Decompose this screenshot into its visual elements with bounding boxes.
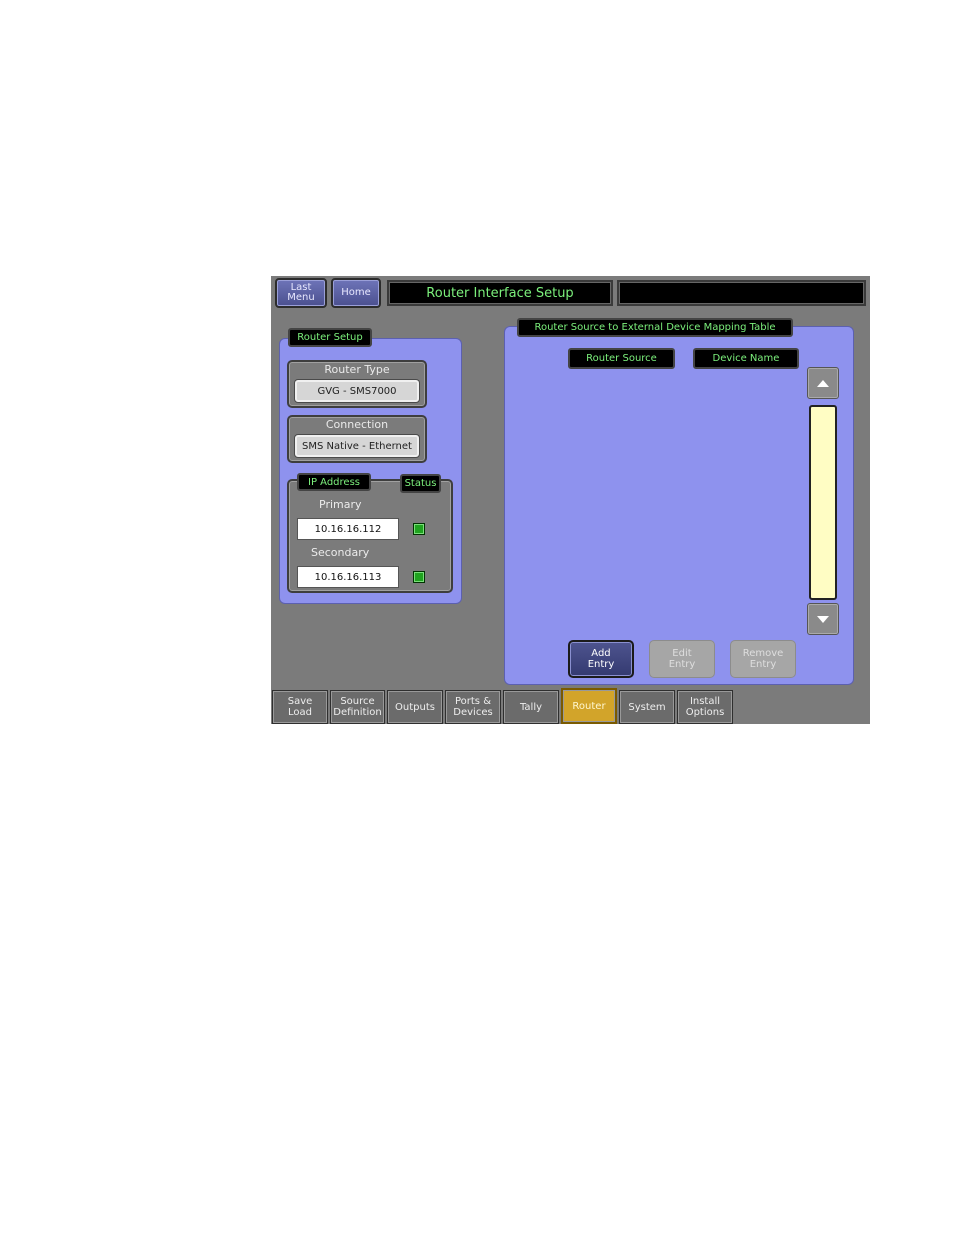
tab-install-options[interactable]: Install Options [677,690,733,724]
router-type-select[interactable]: GVG - SMS7000 [295,380,419,402]
column-header-router-source[interactable]: Router Source [568,348,675,369]
tab-save-load[interactable]: Save Load [272,690,328,724]
secondary-label: Secondary [311,546,370,559]
arrow-up-icon [817,379,829,387]
router-interface-screen: Last Menu Home Router Interface Setup Ro… [271,276,870,724]
secondary-title-box [617,280,866,306]
tab-system[interactable]: System [619,690,675,724]
secondary-ip-input[interactable]: 10.16.16.113 [297,566,399,588]
router-type-group: Router Type GVG - SMS7000 [287,360,427,408]
ip-address-group: Primary 10.16.16.112 Secondary 10.16.16.… [287,479,453,593]
tab-ports-devices[interactable]: Ports & Devices [445,690,501,724]
column-header-device-name[interactable]: Device Name [693,348,799,369]
mapping-table-body [568,374,799,634]
edit-entry-button[interactable]: Edit Entry [649,640,715,678]
scroll-down-button[interactable] [807,603,839,635]
page-title: Router Interface Setup [387,280,613,306]
router-setup-header: Router Setup [288,328,372,347]
tab-outputs[interactable]: Outputs [387,690,443,724]
scroll-up-button[interactable] [807,367,839,399]
mapping-table-header: Router Source to External Device Mapping… [517,318,793,337]
tab-source-definition[interactable]: Source Definition [330,690,385,724]
add-entry-button[interactable]: Add Entry [568,640,634,678]
scrollbar-track[interactable] [809,405,837,600]
connection-label: Connection [325,418,389,431]
tab-router[interactable]: Router [561,688,617,724]
primary-status-indicator [413,523,425,535]
router-type-label: Router Type [324,363,390,376]
primary-ip-input[interactable]: 10.16.16.112 [297,518,399,540]
primary-label: Primary [319,498,362,511]
home-button[interactable]: Home [331,278,381,308]
last-menu-button[interactable]: Last Menu [275,278,327,308]
remove-entry-button[interactable]: Remove Entry [730,640,796,678]
status-header: Status [400,474,441,493]
ip-address-header: IP Address [297,473,371,491]
connection-group: Connection SMS Native - Ethernet [287,415,427,463]
secondary-status-indicator [413,571,425,583]
connection-select[interactable]: SMS Native - Ethernet [295,435,419,457]
arrow-down-icon [817,615,829,623]
tab-tally[interactable]: Tally [503,690,559,724]
